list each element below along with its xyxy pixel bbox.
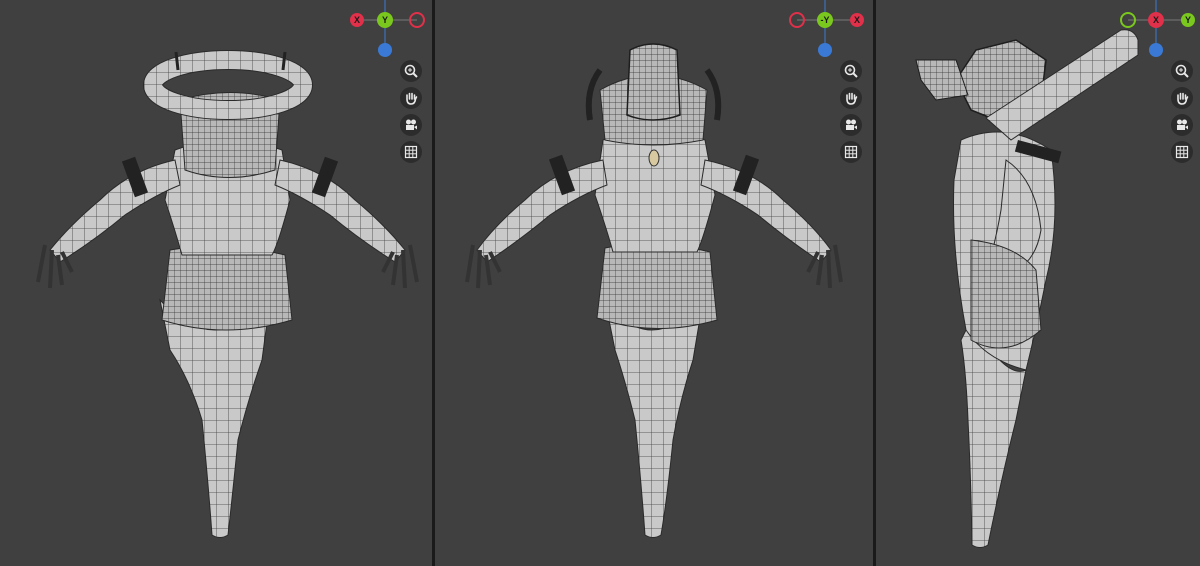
grid-icon[interactable] [1171,141,1193,163]
zoom-icon[interactable] [400,60,422,82]
axis-center-label: X [1153,15,1159,25]
pan-hand-icon[interactable] [840,87,862,109]
axis-gizmo[interactable]: -Y X [785,0,865,60]
axis-left-label: X [354,15,360,25]
zoom-icon[interactable] [1171,60,1193,82]
camera-icon[interactable] [1171,114,1193,136]
sculpt-side-view [915,29,1139,548]
axis-gizmo[interactable]: X Y [345,0,425,60]
sculpt-back-view [36,50,419,538]
axis-z-ball[interactable] [818,43,832,57]
axis-z-ball[interactable] [1149,43,1163,57]
camera-icon[interactable] [840,114,862,136]
tri-view-modeling-app: X Y -Y X X Y [0,0,1200,566]
grid-icon[interactable] [840,141,862,163]
nav-toolbar [400,60,422,163]
camera-icon[interactable] [400,114,422,136]
axis-gizmo[interactable]: X Y [1116,0,1196,60]
viewport-back[interactable]: X Y [0,0,432,566]
axis-right-label: X [854,15,860,25]
viewport-side[interactable]: X Y [873,0,1200,566]
axis-z-ball[interactable] [378,43,392,57]
axis-center-label: Y [382,15,388,25]
pan-hand-icon[interactable] [400,87,422,109]
nav-toolbar [840,60,862,163]
axis-right-label: Y [1185,15,1191,25]
sculpt-front-view [465,43,843,538]
grid-icon[interactable] [400,141,422,163]
pan-hand-icon[interactable] [1171,87,1193,109]
viewport-front[interactable]: -Y X [432,0,873,566]
zoom-icon[interactable] [840,60,862,82]
axis-center-label: -Y [821,15,830,25]
nav-toolbar [1171,60,1193,163]
